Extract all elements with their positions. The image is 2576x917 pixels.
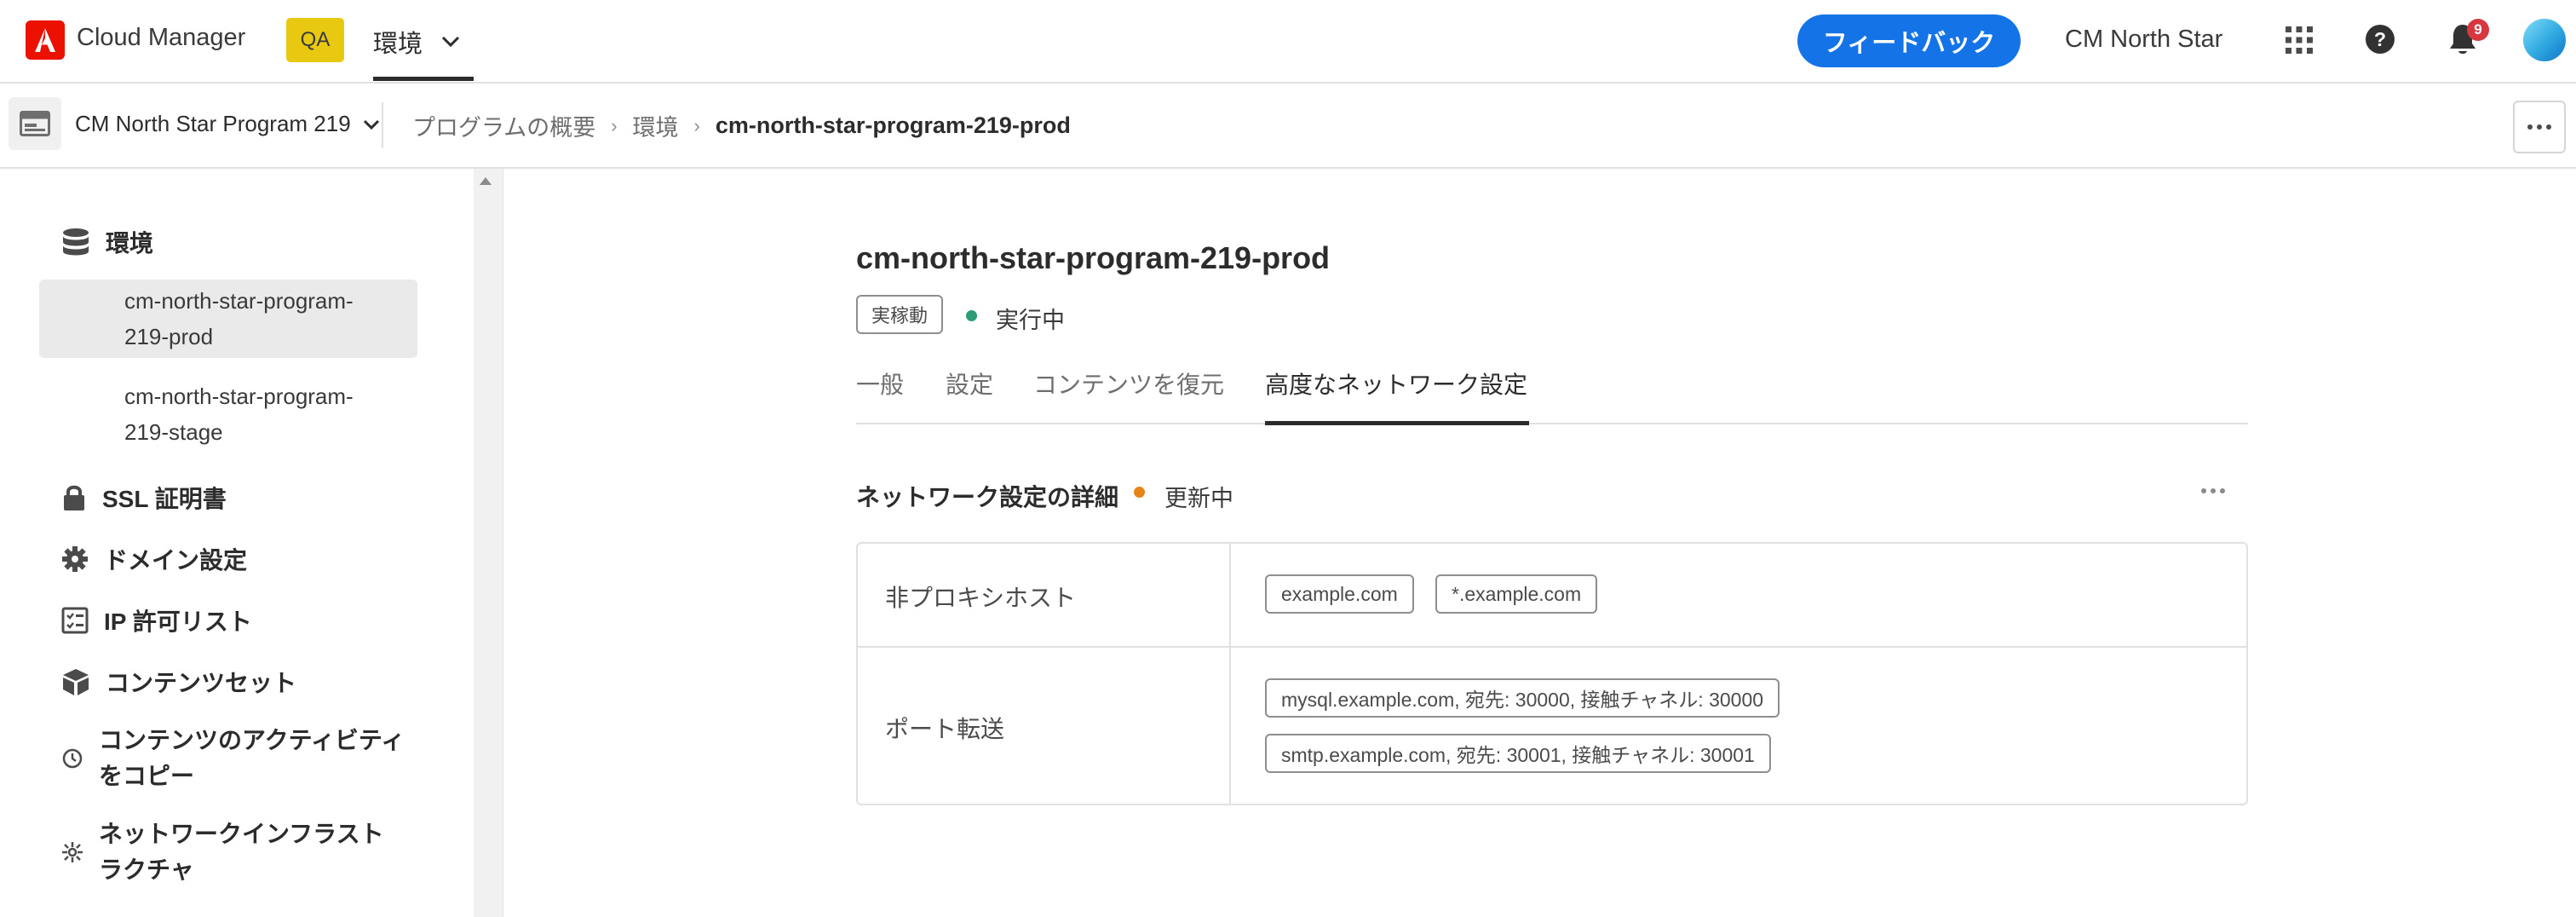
environment-switch[interactable]: 環境 — [373, 24, 460, 60]
program-icon — [20, 111, 50, 136]
more-actions-button[interactable] — [2513, 101, 2566, 153]
network-icon — [62, 842, 83, 862]
tab-advanced-networking[interactable]: 高度なネットワーク設定 — [1265, 366, 1527, 401]
row-label-port-forwarding: ポート転送 — [885, 716, 1005, 742]
sidebar-item-label: ドメイン設定 — [104, 547, 248, 574]
more-dot — [2537, 124, 2542, 130]
env-name-line2: 219-stage — [124, 419, 223, 445]
chevron-right-icon: › — [693, 114, 700, 136]
row-label-non-proxy-hosts: 非プロキシホスト — [885, 585, 1077, 611]
more-dot — [2211, 488, 2216, 493]
environment-type-tag: 実稼動 — [856, 295, 944, 334]
update-status-dot — [1134, 487, 1145, 498]
chevron-down-icon — [441, 36, 460, 48]
tabs-divider — [856, 423, 2248, 424]
tab-configuration[interactable]: 設定 — [946, 366, 993, 401]
org-switcher[interactable]: CM North Star — [2065, 26, 2222, 54]
status-dot — [966, 310, 977, 321]
section-title: ネットワーク設定の詳細 — [856, 484, 1119, 510]
program-bar — [0, 84, 2576, 169]
more-dot — [2220, 488, 2225, 493]
sidebar-item-label: コンテンツセット — [106, 670, 297, 696]
sidebar-item-label: SSL 証明書 — [102, 486, 227, 512]
breadcrumb: プログラムの概要 › 環境 › cm-north-star-program-21… — [412, 109, 1071, 142]
host-tag: example.com — [1265, 574, 1414, 614]
env-name-line2: 219-prod — [124, 324, 214, 349]
chevron-right-icon: › — [611, 114, 618, 136]
sidebar-item-label: ラクチャ — [99, 856, 194, 883]
chevron-down-icon — [363, 119, 379, 130]
checklist-icon — [61, 607, 89, 634]
sidebar-item-label: をコピー — [99, 763, 195, 789]
box-icon — [63, 669, 89, 695]
lock-icon — [64, 485, 84, 510]
feedback-button[interactable]: フィードバック — [1797, 14, 2021, 67]
database-icon — [63, 228, 89, 256]
sidebar-item-environments[interactable]: 環境 — [61, 225, 153, 259]
environment-switch-underline — [373, 77, 474, 81]
app-title[interactable]: Cloud Manager — [77, 24, 245, 52]
update-status-text: 更新中 — [1164, 486, 1233, 511]
sidebar-item-content-sets[interactable]: コンテンツセット — [61, 665, 296, 699]
sidebar-item-network-infrastructure[interactable]: ネットワークインフラスト ラクチャ — [61, 816, 384, 888]
sidebar-item-ssl[interactable]: SSL 証明書 — [61, 481, 227, 515]
page-title: cm-north-star-program-219-prod — [856, 240, 1331, 275]
env-name-line1: cm-north-star-program- — [124, 288, 354, 314]
more-dot — [2201, 488, 2206, 493]
sidebar-item-label-wrap: コンテンツのアクティビティ をコピー — [99, 723, 405, 794]
table-column-divider — [1229, 544, 1231, 804]
scroll-up-icon[interactable] — [480, 177, 492, 185]
sidebar-env-prod[interactable]: cm-north-star-program- 219-prod — [39, 280, 417, 358]
help-icon[interactable]: ? — [2365, 24, 2395, 55]
sidebar-env-stage[interactable]: cm-north-star-program- 219-stage — [39, 375, 417, 453]
gear-icon — [62, 546, 88, 572]
section-more-button[interactable] — [2201, 488, 2225, 493]
avatar[interactable] — [2523, 19, 2566, 61]
qa-badge: QA — [286, 18, 344, 62]
sidebar-item-domains[interactable]: ドメイン設定 — [61, 542, 247, 576]
sidebar-item-ip-allow-list[interactable]: IP 許可リスト — [61, 603, 252, 637]
program-menu-button[interactable] — [9, 97, 61, 150]
env-name-line1: cm-north-star-program- — [124, 384, 354, 409]
divider — [382, 102, 383, 148]
sidebar-scrollbar[interactable] — [474, 169, 503, 917]
svg-text:?: ? — [2374, 28, 2386, 50]
program-selector[interactable]: CM North Star Program 219 — [75, 111, 380, 137]
adobe-logo[interactable] — [26, 20, 65, 60]
port-forward-tag: mysql.example.com, 宛先: 30000, 接触チャネル: 30… — [1265, 678, 1780, 718]
active-tab-indicator — [1265, 421, 1529, 425]
more-dot — [2546, 124, 2551, 130]
breadcrumb-program-overview[interactable]: プログラムの概要 — [412, 109, 595, 142]
sidebar-item-label: 環境 — [106, 230, 154, 257]
history-icon — [62, 748, 83, 769]
sidebar-item-copy-content-activity[interactable]: コンテンツのアクティビティ をコピー — [61, 723, 405, 794]
host-tag: *.example.com — [1435, 574, 1598, 614]
tab-general[interactable]: 一般 — [856, 366, 904, 401]
table-row-divider — [858, 646, 2246, 648]
sidebar-item-label-wrap: ネットワークインフラスト ラクチャ — [99, 816, 384, 888]
program-name: CM North Star Program 219 — [75, 111, 351, 136]
sidebar-item-label: IP 許可リスト — [104, 608, 252, 635]
notification-count-badge: 9 — [2467, 19, 2489, 41]
more-dot — [2527, 124, 2533, 130]
environment-switch-label: 環境 — [373, 31, 423, 58]
tab-restore-content[interactable]: コンテンツを復元 — [1033, 366, 1224, 401]
port-forward-tag: smtp.example.com, 宛先: 30001, 接触チャネル: 300… — [1265, 734, 1771, 773]
status-text: 実行中 — [996, 308, 1065, 333]
sidebar-item-label: コンテンツのアクティビティ — [99, 727, 405, 753]
breadcrumb-current: cm-north-star-program-219-prod — [715, 112, 1071, 138]
apps-grid-icon[interactable] — [2285, 26, 2314, 55]
breadcrumb-environments[interactable]: 環境 — [633, 109, 679, 142]
sidebar-item-label: ネットワークインフラスト — [99, 821, 384, 847]
